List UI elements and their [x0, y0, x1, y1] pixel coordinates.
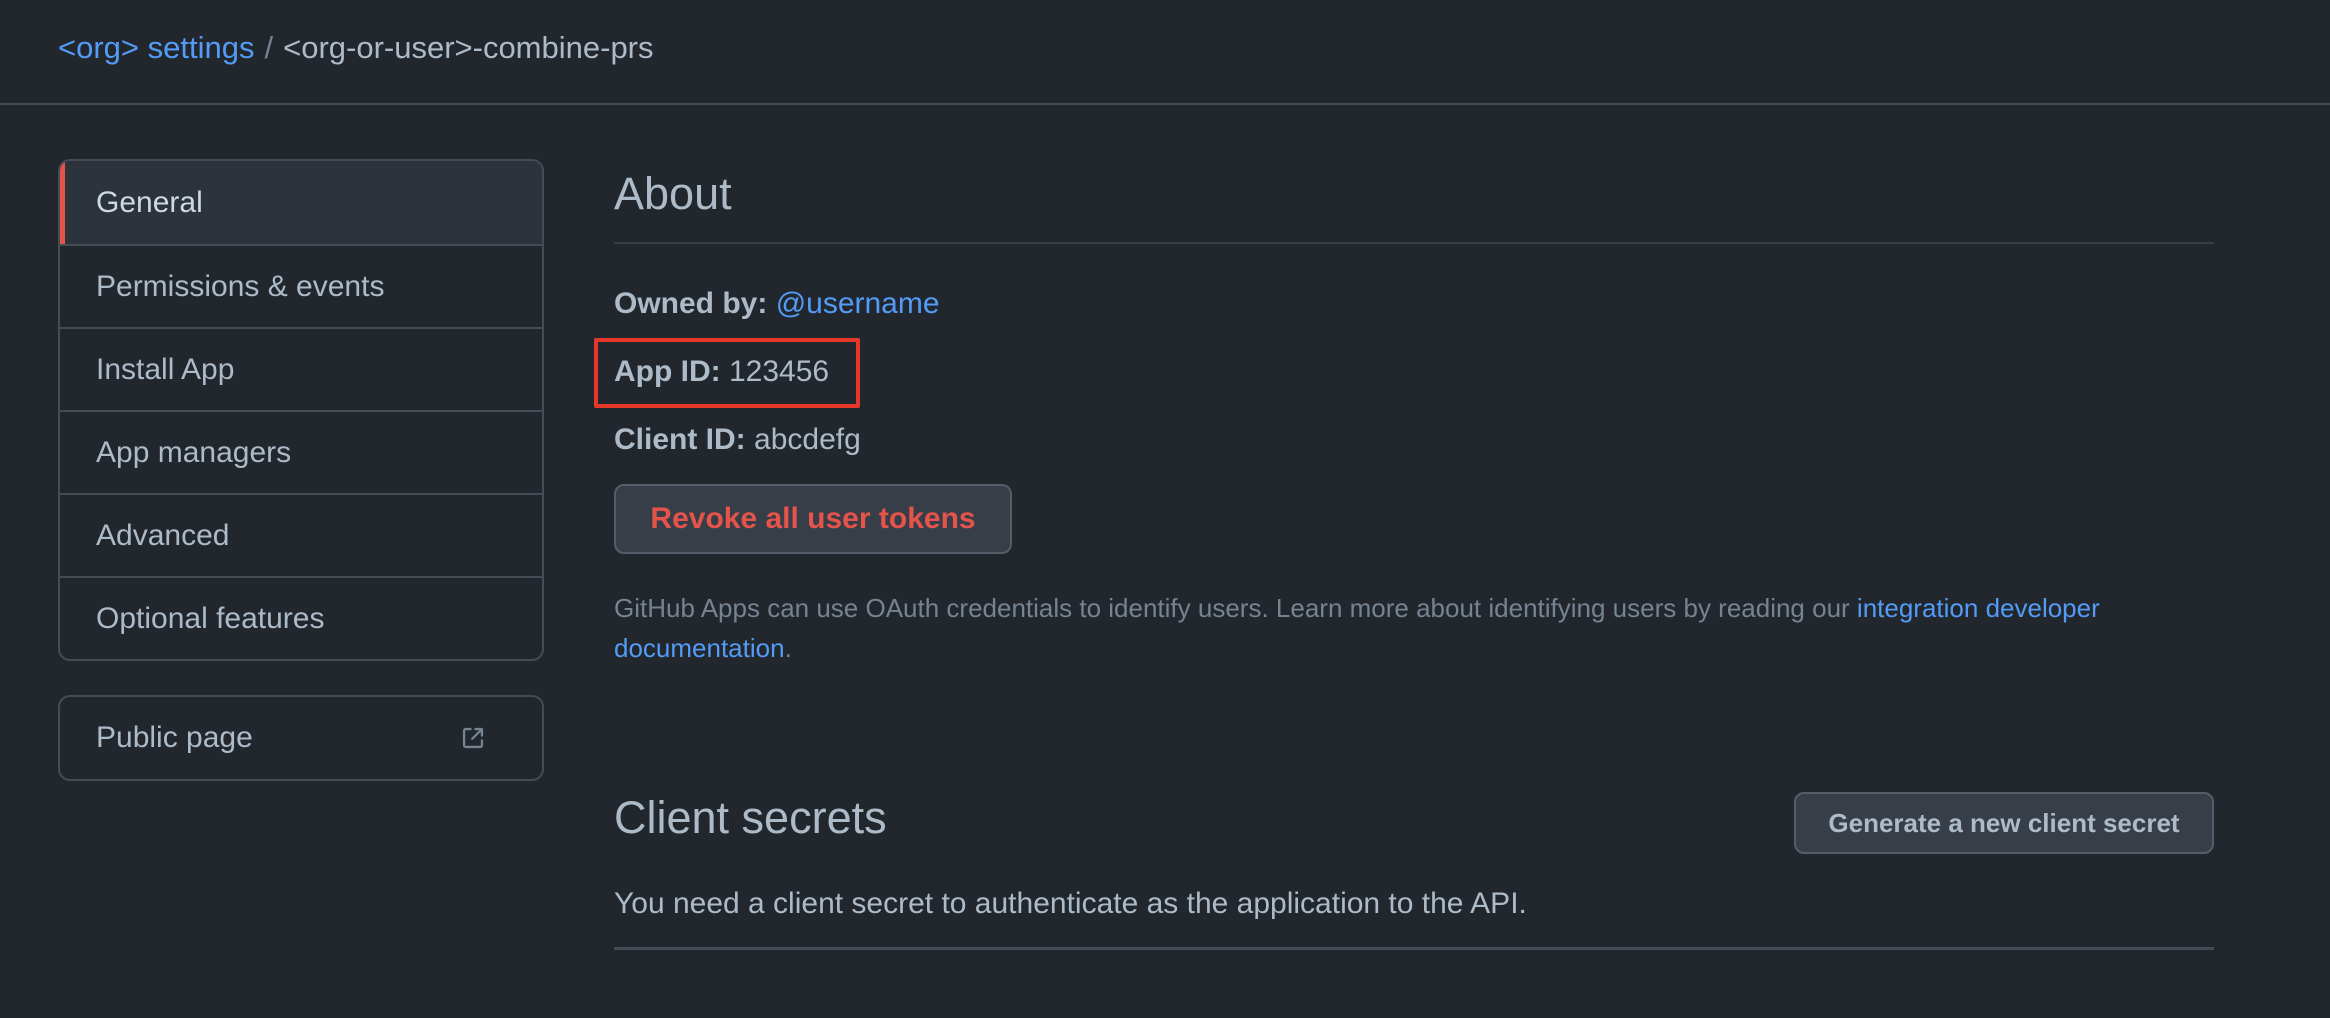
revoke-tokens-button[interactable]: Revoke all user tokens: [614, 484, 1012, 554]
owned-by-label: Owned by:: [614, 287, 768, 320]
about-heading: About: [614, 168, 732, 219]
app-id-label: App ID:: [614, 355, 721, 388]
sidebar-item-install-app[interactable]: Install App: [60, 327, 542, 410]
sidebar-item-label: General: [96, 185, 203, 219]
owned-by-field: Owned by: @username: [614, 284, 940, 324]
sidebar-item-label: Permissions & events: [96, 269, 385, 303]
client-id-label: Client ID:: [614, 423, 746, 456]
sidebar-item-label: Advanced: [96, 518, 230, 552]
client-secrets-divider: [614, 947, 2214, 950]
breadcrumb-current: <org-or-user>-combine-prs: [283, 30, 654, 65]
public-page-label: Public page: [96, 721, 253, 754]
breadcrumb-settings-link[interactable]: <org> settings: [58, 30, 254, 65]
help-text: GitHub Apps can use OAuth credentials to…: [614, 593, 1857, 623]
sidebar-item-label: Optional features: [96, 601, 325, 635]
sidebar-item-optional-features[interactable]: Optional features: [60, 576, 542, 659]
client-id-field: Client ID: abcdefg: [614, 420, 861, 460]
sidebar-item-label: App managers: [96, 435, 292, 469]
client-id-value: abcdefg: [754, 423, 861, 456]
breadcrumb: <org> settings / <org-or-user>-combine-prs: [58, 28, 654, 68]
client-secrets-heading: Client secrets: [614, 792, 887, 843]
about-divider: [614, 242, 2214, 244]
breadcrumb-separator: /: [264, 30, 274, 65]
settings-sidebar: General Permissions & events Install App…: [58, 159, 544, 661]
sidebar-item-general[interactable]: General: [60, 161, 542, 244]
sidebar-item-permissions-events[interactable]: Permissions & events: [60, 244, 542, 327]
external-link-icon: [462, 727, 484, 749]
app-id-value: 123456: [728, 355, 830, 388]
sidebar-item-label: Install App: [96, 352, 235, 386]
sidebar-item-advanced[interactable]: Advanced: [60, 493, 542, 576]
client-secrets-description: You need a client secret to authenticate…: [614, 887, 1527, 920]
help-suffix: .: [784, 633, 792, 663]
header-bar: <org> settings / <org-or-user>-combine-prs: [0, 0, 2330, 105]
sidebar-item-app-managers[interactable]: App managers: [60, 410, 542, 493]
public-page-link[interactable]: Public page: [58, 695, 544, 781]
oauth-help-text: GitHub Apps can use OAuth credentials to…: [614, 588, 2174, 668]
app-id-field: App ID: 123456: [614, 352, 829, 392]
owner-username-link[interactable]: @username: [776, 287, 940, 320]
generate-client-secret-button[interactable]: Generate a new client secret: [1794, 792, 2214, 854]
